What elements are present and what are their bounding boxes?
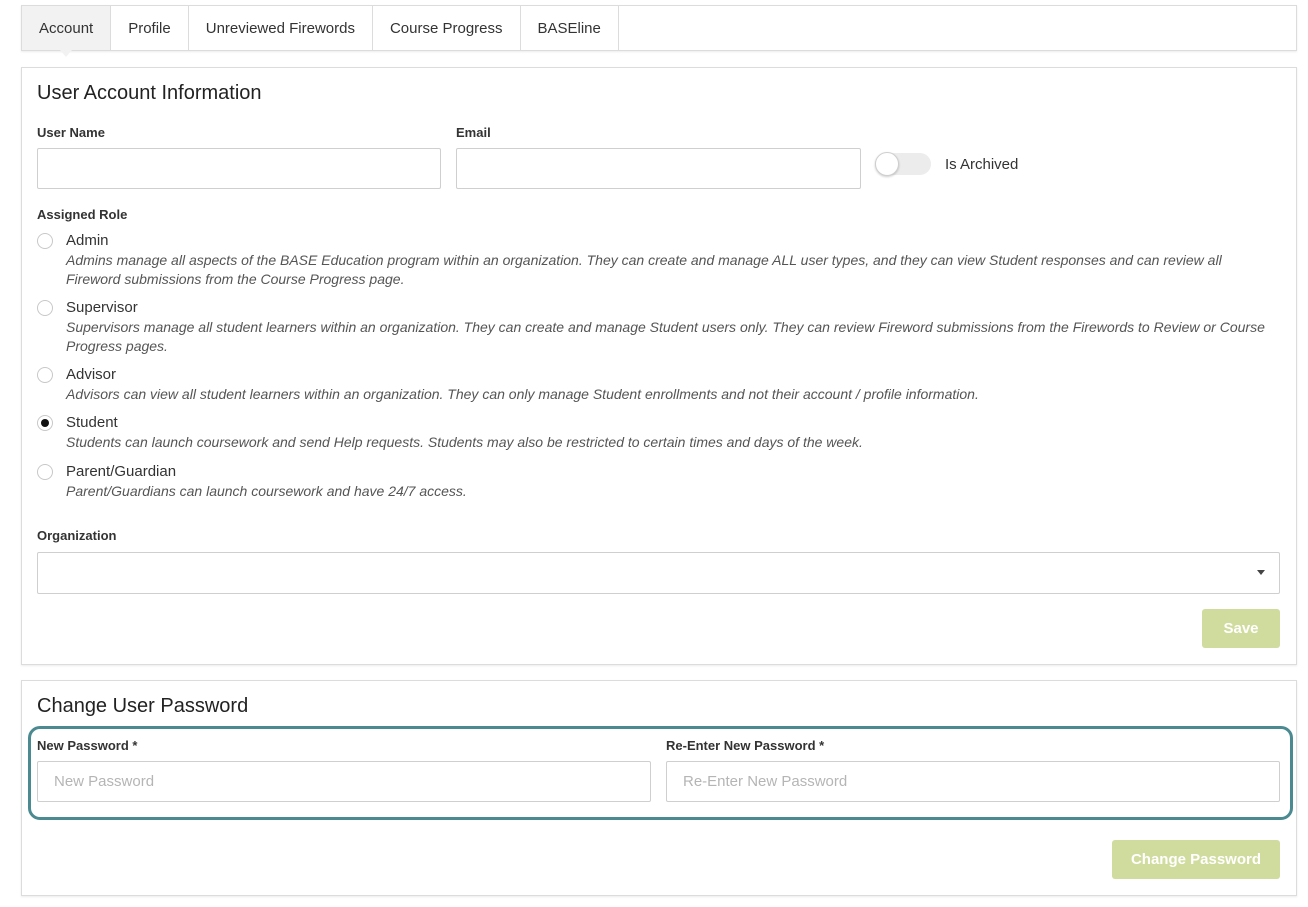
tab-label: Unreviewed Firewords xyxy=(205,19,355,37)
archived-toggle[interactable] xyxy=(875,152,931,176)
organization-label: Organization xyxy=(37,528,117,543)
email-input[interactable] xyxy=(456,148,861,189)
caret-down-icon xyxy=(1257,570,1265,575)
supervisor-radio[interactable] xyxy=(37,300,53,316)
tab-label: BASEline xyxy=(537,19,601,37)
tab-baseline[interactable]: BASEline xyxy=(521,6,619,50)
username-label: User Name xyxy=(37,125,105,140)
role-description: Advisors can view all student learners w… xyxy=(66,386,979,402)
save-button[interactable]: Save xyxy=(1202,609,1280,648)
password-fields-highlight xyxy=(28,726,1293,820)
student-radio[interactable] xyxy=(37,415,53,431)
tab-label: Course Progress xyxy=(389,19,503,37)
parent-guardian-radio[interactable] xyxy=(37,464,53,480)
archived-label: Is Archived xyxy=(945,156,1019,173)
tab-bar: Account Profile Unreviewed Firewords Cou… xyxy=(21,5,1297,57)
role-description: Students can launch coursework and send … xyxy=(66,434,863,450)
toggle-knob xyxy=(875,152,899,176)
role-name: Advisor xyxy=(66,366,117,383)
password-panel-title: Change User Password xyxy=(37,695,249,717)
role-name: Admin xyxy=(66,232,109,249)
change-password-button[interactable]: Change Password xyxy=(1112,840,1280,879)
advisor-radio[interactable] xyxy=(37,367,53,383)
admin-radio[interactable] xyxy=(37,233,53,249)
account-panel: User Account Information User Name Email… xyxy=(21,67,1297,665)
username-input[interactable] xyxy=(37,148,441,189)
email-label: Email xyxy=(456,125,491,140)
role-name: Student xyxy=(66,414,118,431)
organization-select[interactable] xyxy=(37,552,1280,594)
tab-label: Account xyxy=(39,19,94,37)
role-description: Admins manage all aspects of the BASE Ed… xyxy=(66,252,1222,287)
tab-account[interactable]: Account xyxy=(22,6,112,57)
tab-label: Profile xyxy=(128,19,171,37)
role-description: Parent/Guardians can launch coursework a… xyxy=(66,483,467,499)
assigned-role-label: Assigned Role xyxy=(37,207,128,222)
role-description: Supervisors manage all student learners … xyxy=(66,319,1265,354)
account-panel-title: User Account Information xyxy=(37,82,262,104)
tab-unreviewed-firewords[interactable]: Unreviewed Firewords xyxy=(189,6,373,50)
role-name: Parent/Guardian xyxy=(66,463,177,480)
tab-profile[interactable]: Profile xyxy=(111,6,189,50)
tab-course-progress[interactable]: Course Progress xyxy=(373,6,521,50)
role-name: Supervisor xyxy=(66,299,138,316)
